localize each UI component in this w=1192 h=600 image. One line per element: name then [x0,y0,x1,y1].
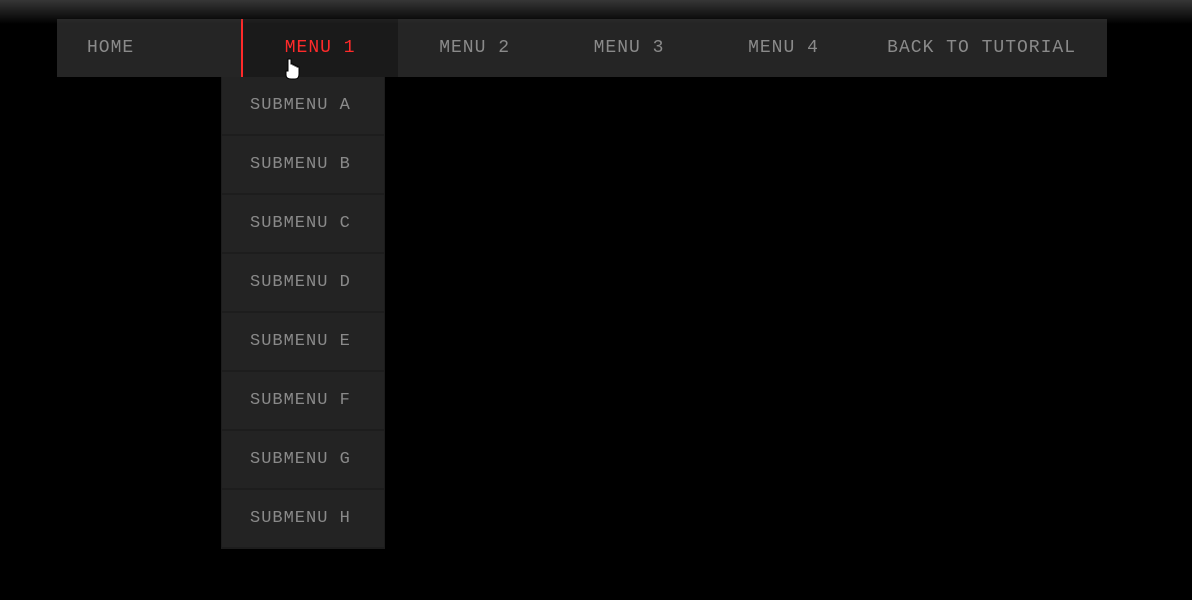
nav-back-to-tutorial[interactable]: BACK TO TUTORIAL [861,19,1107,77]
menu-1-dropdown: SUBMENU A SUBMENU B SUBMENU C SUBMENU D … [221,77,385,549]
submenu-b-label: SUBMENU B [250,155,351,174]
nav-home[interactable]: HOME [57,19,241,77]
submenu-c[interactable]: SUBMENU C [221,195,385,254]
nav-home-label: HOME [87,38,134,58]
main-nav: HOME MENU 1 MENU 2 MENU 3 MENU 4 BACK TO… [57,19,1107,77]
nav-menu-1-label: MENU 1 [285,38,356,58]
submenu-a[interactable]: SUBMENU A [221,77,385,136]
submenu-c-label: SUBMENU C [250,214,351,233]
nav-menu-1[interactable]: MENU 1 [241,19,397,77]
submenu-g-label: SUBMENU G [250,450,351,469]
submenu-a-label: SUBMENU A [250,96,351,115]
submenu-d[interactable]: SUBMENU D [221,254,385,313]
submenu-h[interactable]: SUBMENU H [221,490,385,549]
nav-menu-4[interactable]: MENU 4 [707,19,861,77]
nav-back-to-tutorial-label: BACK TO TUTORIAL [887,38,1076,58]
nav-menu-3-label: MENU 3 [594,38,665,58]
nav-menu-2-label: MENU 2 [439,38,510,58]
submenu-e-label: SUBMENU E [250,332,351,351]
submenu-b[interactable]: SUBMENU B [221,136,385,195]
submenu-f[interactable]: SUBMENU F [221,372,385,431]
submenu-e[interactable]: SUBMENU E [221,313,385,372]
submenu-d-label: SUBMENU D [250,273,351,292]
submenu-f-label: SUBMENU F [250,391,351,410]
nav-menu-2[interactable]: MENU 2 [398,19,552,77]
submenu-g[interactable]: SUBMENU G [221,431,385,490]
submenu-h-label: SUBMENU H [250,509,351,528]
nav-menu-4-label: MENU 4 [748,38,819,58]
nav-menu-3[interactable]: MENU 3 [552,19,706,77]
